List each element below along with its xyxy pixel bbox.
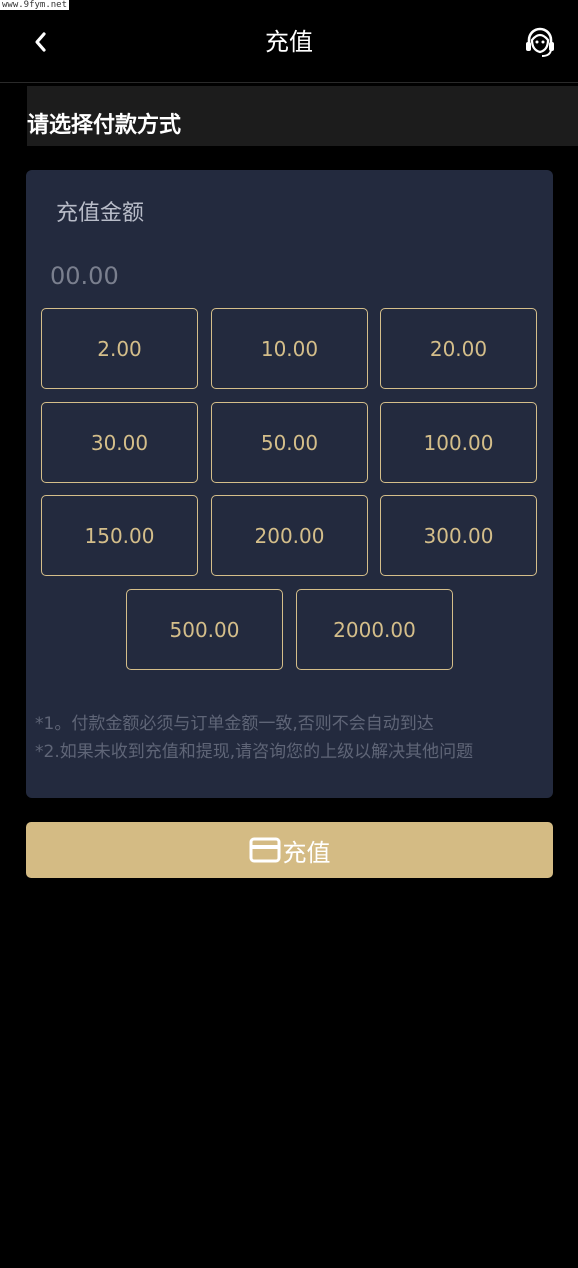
headset-icon (526, 27, 554, 57)
amount-option-button[interactable]: 10.00 (211, 308, 368, 389)
amount-label: 充值金额 (56, 201, 145, 226)
amount-option-button[interactable]: 150.00 (41, 495, 198, 576)
section-title: 请选择付款方式 (27, 113, 182, 138)
amount-option-button[interactable]: 50.00 (211, 402, 368, 483)
amount-input[interactable] (50, 256, 520, 296)
amount-option-button[interactable]: 20.00 (380, 308, 537, 389)
amount-option-button[interactable]: 100.00 (380, 402, 537, 483)
customer-service-button[interactable] (520, 22, 560, 62)
notice-text: *1。付款金额必须与订单金额一致,否则不会自动到达 *2.如果未收到充值和提现,… (35, 710, 550, 766)
notice-line: *2.如果未收到充值和提现,请咨询您的上级以解决其他问题 (35, 742, 474, 762)
amount-option-button[interactable]: 200.00 (211, 495, 368, 576)
watermark: www.9fym.net (0, 0, 70, 10)
amount-option-button[interactable]: 30.00 (41, 402, 198, 483)
submit-label: 充值 (282, 838, 331, 867)
amount-option-button[interactable]: 300.00 (380, 495, 537, 576)
credit-card-icon (249, 837, 281, 863)
recharge-submit-button[interactable]: 充值 (26, 822, 553, 878)
amount-option-button[interactable]: 2.00 (41, 308, 198, 389)
notice-line: *1。付款金额必须与订单金额一致,否则不会自动到达 (35, 714, 434, 734)
recharge-card: 充值金额 2.00 10.00 20.00 30.00 50.00 100.00… (26, 170, 553, 798)
page-title: 充值 (265, 28, 313, 56)
recharge-page: 充值 www.9fym.net 请选择付款方式 充值金额 2.00 10.00 … (0, 0, 578, 1268)
amount-option-button[interactable]: 500.00 (126, 589, 283, 670)
amount-option-button[interactable]: 2000.00 (296, 589, 453, 670)
nav-bar: 充值 (0, 0, 578, 83)
